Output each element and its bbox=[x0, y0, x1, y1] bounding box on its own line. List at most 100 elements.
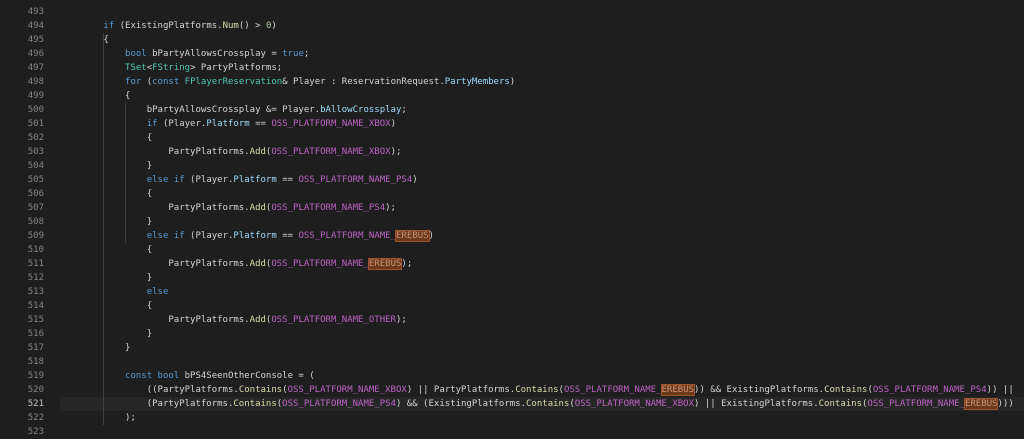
code-line[interactable]: ); bbox=[60, 411, 1024, 425]
code-token: (Player. bbox=[184, 231, 234, 241]
code-token: ) || ExistingPlatforms. bbox=[694, 399, 819, 409]
line-number: 513 bbox=[27, 287, 44, 297]
code-token: PartyPlatforms. bbox=[60, 259, 250, 269]
line-number: 515 bbox=[27, 315, 44, 325]
code-token: ) && (ExistingPlatforms. bbox=[395, 399, 527, 409]
code-line[interactable]: else if (Player.Platform == OSS_PLATFORM… bbox=[60, 173, 1024, 187]
code-line[interactable]: } bbox=[60, 215, 1024, 229]
line-number: 496 bbox=[27, 49, 44, 59]
indent-guide bbox=[103, 33, 105, 425]
code-token: ); bbox=[390, 147, 402, 157]
code-line[interactable]: { bbox=[60, 243, 1024, 257]
code-token: ) bbox=[271, 21, 277, 31]
code-token: Add bbox=[249, 259, 266, 269]
code-line[interactable]: } bbox=[60, 159, 1024, 173]
code-line[interactable]: bool bPartyAllowsCrossplay = true; bbox=[60, 47, 1024, 61]
code-token: > PartyPlatforms; bbox=[190, 63, 283, 73]
code-line[interactable]: } bbox=[60, 271, 1024, 285]
line-number: 514 bbox=[27, 301, 44, 311]
code-token: { bbox=[60, 189, 153, 199]
line-number: 516 bbox=[27, 329, 44, 339]
code-token: Platform bbox=[233, 231, 277, 241]
code-token: )) || bbox=[986, 385, 1014, 395]
code-area[interactable]: if (ExistingPlatforms.Num() > 0) { bool … bbox=[60, 0, 1024, 425]
line-number: 503 bbox=[27, 147, 44, 157]
code-line[interactable]: { bbox=[60, 33, 1024, 47]
code-token: ); bbox=[401, 259, 413, 269]
code-token: else bbox=[146, 287, 169, 297]
code-token: PartyPlatforms. bbox=[60, 203, 250, 213]
code-line[interactable]: bPartyAllowsCrossplay &= Player.bAllowCr… bbox=[60, 103, 1024, 117]
code-line[interactable] bbox=[60, 425, 1024, 439]
code-token: { bbox=[60, 245, 153, 255]
code-editor[interactable]: 493 494 495 496 497 498 499 500 501 502 503 504 505 5… bbox=[0, 0, 1024, 437]
code-token: OSS_PLATFORM_NAME_XBOX bbox=[271, 147, 391, 157]
code-token: ))) bbox=[997, 399, 1014, 409]
code-token: PartyMembers bbox=[444, 77, 510, 87]
code-line[interactable]: } bbox=[60, 341, 1024, 355]
line-number: 510 bbox=[27, 245, 44, 255]
code-token: OSS_PLATFORM_NAME_XBOX bbox=[287, 385, 407, 395]
code-token: } bbox=[60, 161, 153, 171]
code-line[interactable]: for (const FPlayerReservation& Player : … bbox=[60, 75, 1024, 89]
code-token: & Player : ReservationRequest. bbox=[282, 77, 445, 87]
line-number: 512 bbox=[27, 273, 44, 283]
line-number: 518 bbox=[27, 357, 44, 367]
code-line[interactable]: PartyPlatforms.Add(OSS_PLATFORM_NAME_OTH… bbox=[60, 313, 1024, 327]
code-token: else if bbox=[146, 231, 185, 241]
line-number: 507 bbox=[27, 203, 44, 213]
code-line[interactable]: PartyPlatforms.Add(OSS_PLATFORM_NAME_PS4… bbox=[60, 201, 1024, 215]
code-token: PartyPlatforms. bbox=[60, 147, 250, 157]
code-line[interactable] bbox=[60, 5, 1024, 19]
code-line[interactable] bbox=[60, 355, 1024, 369]
code-token: { bbox=[60, 91, 131, 101]
code-token: ); bbox=[60, 413, 136, 423]
code-token: true bbox=[282, 49, 304, 59]
code-line[interactable]: } bbox=[60, 327, 1024, 341]
code-token: OSS_PLATFORM_NAME_PS4 bbox=[282, 399, 396, 409]
code-line[interactable]: if (ExistingPlatforms.Num() > 0) bbox=[60, 19, 1024, 33]
code-line[interactable]: ((PartyPlatforms.Contains(OSS_PLATFORM_N… bbox=[60, 383, 1024, 397]
line-number: 520 bbox=[27, 385, 44, 395]
code-token: const bbox=[152, 77, 180, 87]
code-line[interactable]: { bbox=[60, 131, 1024, 145]
code-token: OSS_PLATFORM_NAME_ bbox=[271, 259, 369, 269]
code-token: Platform bbox=[206, 119, 250, 129]
code-token: Contains bbox=[824, 385, 868, 395]
code-token: ) || PartyPlatforms. bbox=[406, 385, 516, 395]
line-number: 504 bbox=[27, 161, 44, 171]
line-number: 497 bbox=[27, 63, 44, 73]
code-line[interactable]: else bbox=[60, 285, 1024, 299]
code-token: Contains bbox=[526, 399, 570, 409]
code-line[interactable]: (PartyPlatforms.Contains(OSS_PLATFORM_NA… bbox=[60, 397, 1024, 411]
line-number: 501 bbox=[27, 119, 44, 129]
code-line[interactable]: PartyPlatforms.Add(OSS_PLATFORM_NAME_XBO… bbox=[60, 145, 1024, 159]
line-number: 508 bbox=[27, 217, 44, 227]
code-line[interactable]: const bool bPS4SeenOtherConsole = ( bbox=[60, 369, 1024, 383]
code-line[interactable]: if (Player.Platform == OSS_PLATFORM_NAME… bbox=[60, 117, 1024, 131]
code-line[interactable]: PartyPlatforms.Add(OSS_PLATFORM_NAME_ERE… bbox=[60, 257, 1024, 271]
code-token: } bbox=[60, 273, 153, 283]
code-line[interactable]: { bbox=[60, 299, 1024, 313]
code-token: (ExistingPlatforms. bbox=[114, 21, 223, 31]
code-token: Contains bbox=[818, 399, 862, 409]
code-token: ) bbox=[412, 175, 418, 185]
code-token: Num bbox=[222, 21, 239, 31]
code-token: OSS_PLATFORM_NAME_PS4 bbox=[298, 175, 413, 185]
code-token: ); bbox=[395, 315, 407, 325]
search-match: EREBUS bbox=[395, 230, 430, 242]
code-token: == bbox=[276, 231, 299, 241]
code-line[interactable]: TSet<FString> PartyPlatforms; bbox=[60, 61, 1024, 75]
code-token: { bbox=[60, 301, 153, 311]
code-line[interactable]: { bbox=[60, 187, 1024, 201]
line-number: 523 bbox=[27, 427, 44, 437]
code-line[interactable]: else if (Player.Platform == OSS_PLATFORM… bbox=[60, 229, 1024, 243]
code-line[interactable]: { bbox=[60, 89, 1024, 103]
code-token: if bbox=[146, 119, 158, 129]
code-token: FPlayerReservation bbox=[184, 77, 283, 87]
line-number: 500 bbox=[27, 105, 44, 115]
indent-guide bbox=[125, 103, 127, 243]
